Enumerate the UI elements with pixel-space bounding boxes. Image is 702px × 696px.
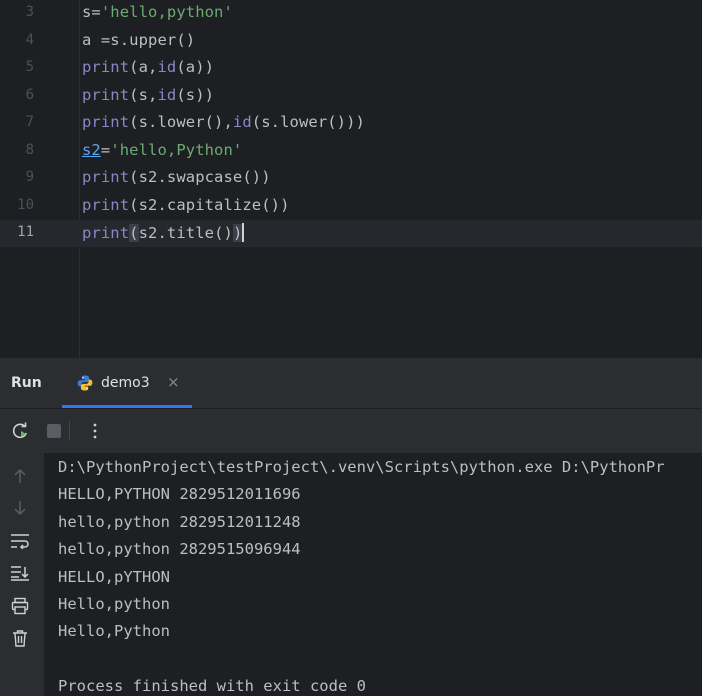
run-panel-title: Run [11, 375, 42, 391]
code-line[interactable]: 3 s='hello,python' [0, 0, 702, 27]
line-number: 8 [25, 141, 34, 158]
console-line: hello,python 2829512011248 [58, 512, 301, 531]
soft-wrap-icon[interactable] [10, 531, 30, 551]
run-toolbar [0, 409, 702, 453]
code-token: s= [82, 3, 101, 21]
console-line: D:\PythonProject\testProject\.venv\Scrip… [58, 458, 665, 476]
code-text: print(s2.swapcase()) [82, 168, 271, 186]
code-token: s2.title() [138, 224, 233, 242]
python-icon [76, 374, 94, 392]
console-side-toolbar [0, 453, 44, 696]
code-line[interactable]: 8 s2='hello,Python' [0, 138, 702, 165]
stop-icon[interactable] [43, 420, 65, 442]
code-token: a =s.upper() [82, 30, 196, 49]
code-token: print [82, 195, 130, 214]
arrow-up-icon[interactable] [10, 466, 30, 486]
code-line[interactable]: 9 print(s2.swapcase()) [0, 165, 702, 192]
line-number: 3 [25, 4, 34, 20]
code-token: id [157, 85, 177, 104]
console-line: HELLO,PYTHON 2829512011696 [58, 485, 301, 504]
code-line[interactable]: 6 print(s,id(s)) [0, 83, 702, 110]
code-token: (s.lower(), [129, 113, 233, 131]
code-token: print [82, 58, 130, 76]
console-line: Hello,python [58, 595, 170, 613]
code-token: (s, [129, 85, 158, 104]
code-text: print(a,id(a)) [82, 58, 214, 76]
line-number: 6 [25, 86, 34, 103]
code-text: print(s.lower(),id(s.lower())) [82, 113, 365, 131]
code-token: ( [129, 224, 139, 242]
tab-demo3[interactable]: demo3 × [62, 358, 192, 408]
code-token: ) [232, 224, 243, 242]
arrow-down-icon[interactable] [10, 498, 30, 518]
rerun-icon[interactable] [9, 420, 31, 442]
console-output[interactable]: D:\PythonProject\testProject\.venv\Scrip… [44, 453, 702, 696]
code-token: print [82, 168, 130, 186]
code-token: print [82, 113, 130, 131]
code-token: print [82, 224, 130, 242]
code-line[interactable]: 11 print(s2.title()) [0, 220, 702, 247]
code-editor[interactable]: 3 s='hello,python' 4 a =s.upper() 5 print(a,i… [0, 0, 702, 358]
code-token: (s2.swapcase()) [129, 168, 271, 186]
line-number: 11 [17, 224, 34, 240]
scroll-to-end-icon[interactable] [10, 563, 30, 583]
console-line: HELLO,pYTHON [58, 567, 170, 586]
code-text: print(s2.title()) [82, 223, 245, 242]
code-token: print [82, 85, 130, 104]
code-text: print(s2.capitalize()) [82, 196, 290, 214]
code-token: (s)) [176, 85, 215, 104]
code-token: (a, [129, 58, 158, 76]
line-number: 9 [25, 169, 34, 185]
line-number: 5 [25, 59, 34, 75]
close-icon[interactable]: × [167, 373, 180, 391]
code-text: s='hello,python' [82, 3, 233, 21]
code-token: id [232, 113, 252, 131]
line-number: 7 [25, 114, 34, 130]
toolbar-divider [69, 421, 70, 441]
text-caret [242, 223, 245, 242]
code-token: (s.lower())) [251, 113, 365, 131]
tab-label: demo3 [101, 375, 150, 391]
console-line: hello,python 2829515096944 [58, 540, 301, 559]
code-token: 'hello,python' [100, 3, 233, 21]
code-text: print(s,id(s)) [82, 86, 214, 104]
code-token: s2 [82, 140, 101, 159]
code-line[interactable]: 7 print(s.lower(),id(s.lower())) [0, 110, 702, 137]
console-line: Process finished with exit code 0 [58, 677, 366, 696]
code-token: (a)) [176, 58, 215, 76]
console-line: Hello,Python [58, 622, 170, 641]
print-icon[interactable] [10, 596, 30, 616]
line-number: 10 [17, 196, 34, 213]
code-token: (s2.capitalize()) [129, 195, 290, 214]
code-token: 'hello,Python' [110, 140, 243, 159]
code-token: = [100, 140, 111, 159]
code-line[interactable]: 4 a =s.upper() [0, 28, 702, 55]
line-number: 4 [25, 31, 34, 48]
code-text: s2='hello,Python' [82, 141, 242, 159]
run-panel-header: Run demo3 × [0, 358, 702, 409]
code-text: a =s.upper() [82, 31, 195, 49]
code-line[interactable]: 5 print(a,id(a)) [0, 55, 702, 82]
more-vertical-icon[interactable] [84, 420, 106, 442]
code-token: id [157, 58, 177, 76]
trash-icon[interactable] [10, 628, 30, 648]
code-line[interactable]: 10 print(s2.capitalize()) [0, 193, 702, 220]
